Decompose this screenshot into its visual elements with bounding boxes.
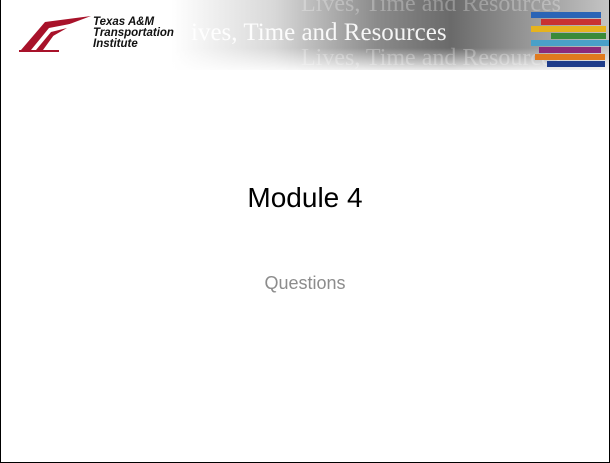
stripe — [535, 54, 605, 60]
motto-text: ives, Time and Resources — [191, 19, 447, 46]
slide: Lives, Time and Resources ives, Time and… — [0, 0, 610, 463]
slide-title: Module 4 — [247, 182, 363, 213]
header-banner: Lives, Time and Resources ives, Time and… — [1, 0, 609, 70]
color-stripes — [531, 12, 609, 68]
logo-line-3: Institute — [93, 38, 138, 50]
stripe — [531, 12, 601, 18]
stripe — [541, 19, 601, 25]
stripe — [539, 47, 601, 53]
stripe — [547, 61, 605, 67]
tti-road-logo-icon — [19, 16, 91, 52]
stripe — [551, 33, 606, 39]
slide-subtitle: Questions — [264, 273, 346, 293]
stripe — [531, 40, 609, 46]
stripe — [531, 26, 606, 32]
tti-logo: Texas A&M Transportation Institute — [15, 10, 195, 58]
motto-ghost-top: Lives, Time and Resources — [301, 0, 561, 17]
logo-text: Texas A&M Transportation Institute — [93, 16, 174, 50]
